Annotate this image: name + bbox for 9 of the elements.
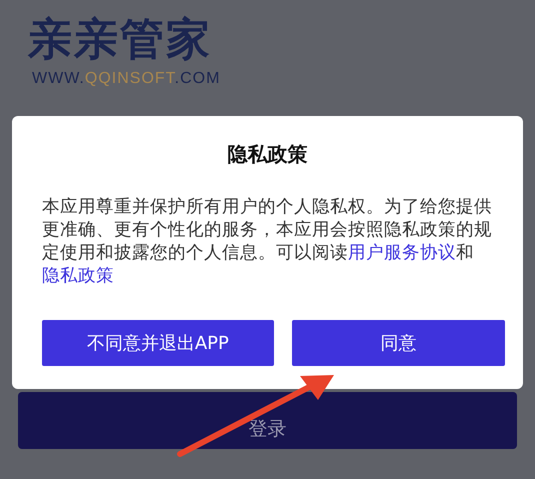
policy-link[interactable]: 隐私政策 xyxy=(42,266,114,286)
website-url: WWW.QQINSOFT.COM xyxy=(32,70,220,88)
logo-wordmark: 亲亲管家 xyxy=(28,14,212,66)
agree-button[interactable]: 同意 xyxy=(292,320,505,366)
decline-button[interactable]: 不同意并退出APP xyxy=(42,320,274,366)
privacy-notice: 本应用尊重并保护所有用户的个人隐私权。为了给您提供更准确、更有个性化的服务，本应用会按照隐私政策的规定使用和披露您的个人信息。可以阅读用户服务协议和 隐私政策 xyxy=(42,196,493,288)
login-button[interactable]: 登录 xyxy=(18,392,517,449)
policy-link[interactable]: 用户服务协议 xyxy=(348,243,456,263)
dialog-title: 隐私政策 xyxy=(226,141,308,168)
